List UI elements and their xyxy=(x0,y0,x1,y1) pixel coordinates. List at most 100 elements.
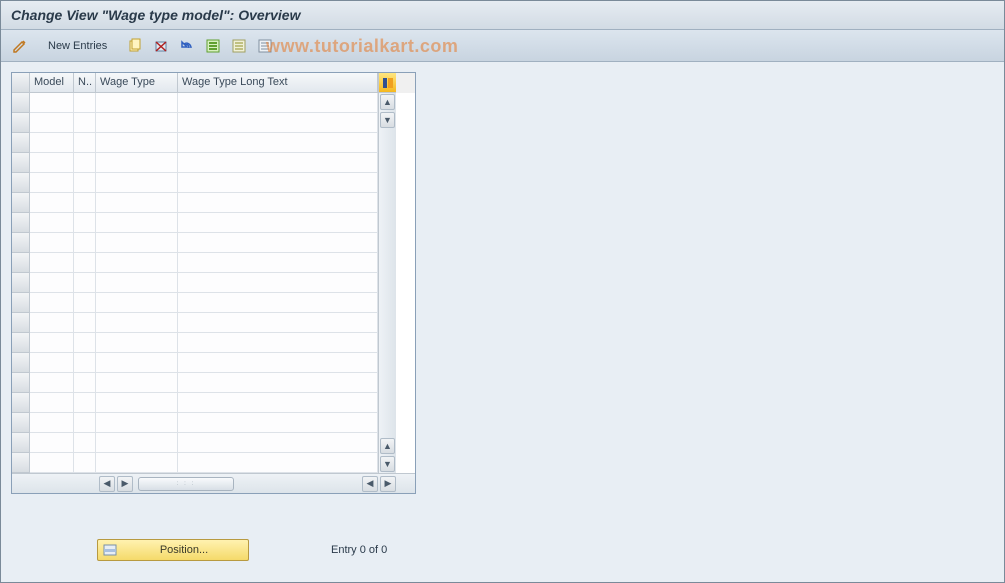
cell-n[interactable] xyxy=(74,433,96,453)
table-row[interactable] xyxy=(12,173,378,193)
row-selector[interactable] xyxy=(12,153,30,173)
cell-model[interactable] xyxy=(30,93,74,113)
cell-model[interactable] xyxy=(30,213,74,233)
scroll-right-icon[interactable]: ◀ xyxy=(362,476,378,492)
cell-wage-type[interactable] xyxy=(96,313,178,333)
cell-wage-type[interactable] xyxy=(96,433,178,453)
cell-model[interactable] xyxy=(30,273,74,293)
cell-wage-type-long[interactable] xyxy=(178,133,378,153)
cell-n[interactable] xyxy=(74,333,96,353)
row-selector[interactable] xyxy=(12,273,30,293)
undo-icon[interactable] xyxy=(176,36,198,56)
cell-wage-type[interactable] xyxy=(96,393,178,413)
deselect-all-icon[interactable] xyxy=(228,36,250,56)
row-selector[interactable] xyxy=(12,93,30,113)
vertical-scrollbar[interactable]: ▲ ▼ ▲ ▼ xyxy=(378,93,396,473)
cell-n[interactable] xyxy=(74,353,96,373)
cell-n[interactable] xyxy=(74,173,96,193)
position-button[interactable]: Position... xyxy=(97,539,249,561)
row-selector[interactable] xyxy=(12,353,30,373)
horizontal-scrollbar[interactable]: ◀ ▶ : : : ◀ ▶ xyxy=(12,473,415,493)
row-selector[interactable] xyxy=(12,113,30,133)
cell-n[interactable] xyxy=(74,213,96,233)
cell-model[interactable] xyxy=(30,353,74,373)
cell-n[interactable] xyxy=(74,373,96,393)
cell-n[interactable] xyxy=(74,313,96,333)
row-selector[interactable] xyxy=(12,333,30,353)
table-row[interactable] xyxy=(12,93,378,113)
row-selector[interactable] xyxy=(12,393,30,413)
cell-model[interactable] xyxy=(30,393,74,413)
row-selector[interactable] xyxy=(12,233,30,253)
cell-wage-type[interactable] xyxy=(96,333,178,353)
cell-wage-type[interactable] xyxy=(96,413,178,433)
cell-wage-type-long[interactable] xyxy=(178,93,378,113)
cell-n[interactable] xyxy=(74,233,96,253)
cell-wage-type[interactable] xyxy=(96,133,178,153)
scroll-track[interactable] xyxy=(379,129,396,437)
cell-wage-type-long[interactable] xyxy=(178,253,378,273)
row-selector[interactable] xyxy=(12,453,30,473)
cell-wage-type[interactable] xyxy=(96,353,178,373)
row-selector[interactable] xyxy=(12,413,30,433)
cell-model[interactable] xyxy=(30,113,74,133)
cell-model[interactable] xyxy=(30,413,74,433)
cell-wage-type[interactable] xyxy=(96,93,178,113)
cell-model[interactable] xyxy=(30,253,74,273)
row-selector[interactable] xyxy=(12,173,30,193)
cell-model[interactable] xyxy=(30,333,74,353)
table-row[interactable] xyxy=(12,213,378,233)
cell-wage-type-long[interactable] xyxy=(178,193,378,213)
cell-model[interactable] xyxy=(30,373,74,393)
cell-n[interactable] xyxy=(74,273,96,293)
column-header-wage-type-long[interactable]: Wage Type Long Text xyxy=(178,73,378,93)
cell-model[interactable] xyxy=(30,293,74,313)
cell-wage-type-long[interactable] xyxy=(178,273,378,293)
cell-model[interactable] xyxy=(30,193,74,213)
cell-wage-type-long[interactable] xyxy=(178,213,378,233)
table-row[interactable] xyxy=(12,313,378,333)
cell-model[interactable] xyxy=(30,133,74,153)
table-row[interactable] xyxy=(12,193,378,213)
cell-wage-type-long[interactable] xyxy=(178,153,378,173)
cell-wage-type[interactable] xyxy=(96,213,178,233)
cell-n[interactable] xyxy=(74,113,96,133)
scroll-down-icon[interactable]: ▼ xyxy=(380,456,395,472)
cell-wage-type[interactable] xyxy=(96,153,178,173)
table-row[interactable] xyxy=(12,413,378,433)
cell-wage-type[interactable] xyxy=(96,273,178,293)
cell-model[interactable] xyxy=(30,453,74,473)
row-selector[interactable] xyxy=(12,373,30,393)
table-row[interactable] xyxy=(12,153,378,173)
table-row[interactable] xyxy=(12,273,378,293)
cell-n[interactable] xyxy=(74,133,96,153)
delete-icon[interactable] xyxy=(150,36,172,56)
cell-n[interactable] xyxy=(74,193,96,213)
row-selector[interactable] xyxy=(12,133,30,153)
row-selector[interactable] xyxy=(12,313,30,333)
cell-wage-type-long[interactable] xyxy=(178,113,378,133)
hscroll-thumb[interactable]: : : : xyxy=(138,477,234,491)
row-selector-header[interactable] xyxy=(12,73,30,93)
cell-wage-type[interactable] xyxy=(96,453,178,473)
cell-wage-type[interactable] xyxy=(96,253,178,273)
cell-wage-type-long[interactable] xyxy=(178,313,378,333)
row-selector[interactable] xyxy=(12,253,30,273)
toggle-edit-icon[interactable] xyxy=(9,36,31,56)
cell-wage-type[interactable] xyxy=(96,233,178,253)
table-row[interactable] xyxy=(12,353,378,373)
column-header-model[interactable]: Model xyxy=(30,73,74,93)
row-selector[interactable] xyxy=(12,293,30,313)
cell-n[interactable] xyxy=(74,453,96,473)
row-selector[interactable] xyxy=(12,193,30,213)
scroll-left-end-icon[interactable]: ◀ xyxy=(99,476,115,492)
table-row[interactable] xyxy=(12,373,378,393)
cell-wage-type[interactable] xyxy=(96,113,178,133)
table-row[interactable] xyxy=(12,453,378,473)
cell-wage-type-long[interactable] xyxy=(178,373,378,393)
table-row[interactable] xyxy=(12,333,378,353)
column-header-n[interactable]: N.. xyxy=(74,73,96,93)
table-settings-icon[interactable] xyxy=(378,73,396,93)
scroll-down-step-icon[interactable]: ▼ xyxy=(380,112,395,128)
cell-wage-type-long[interactable] xyxy=(178,453,378,473)
